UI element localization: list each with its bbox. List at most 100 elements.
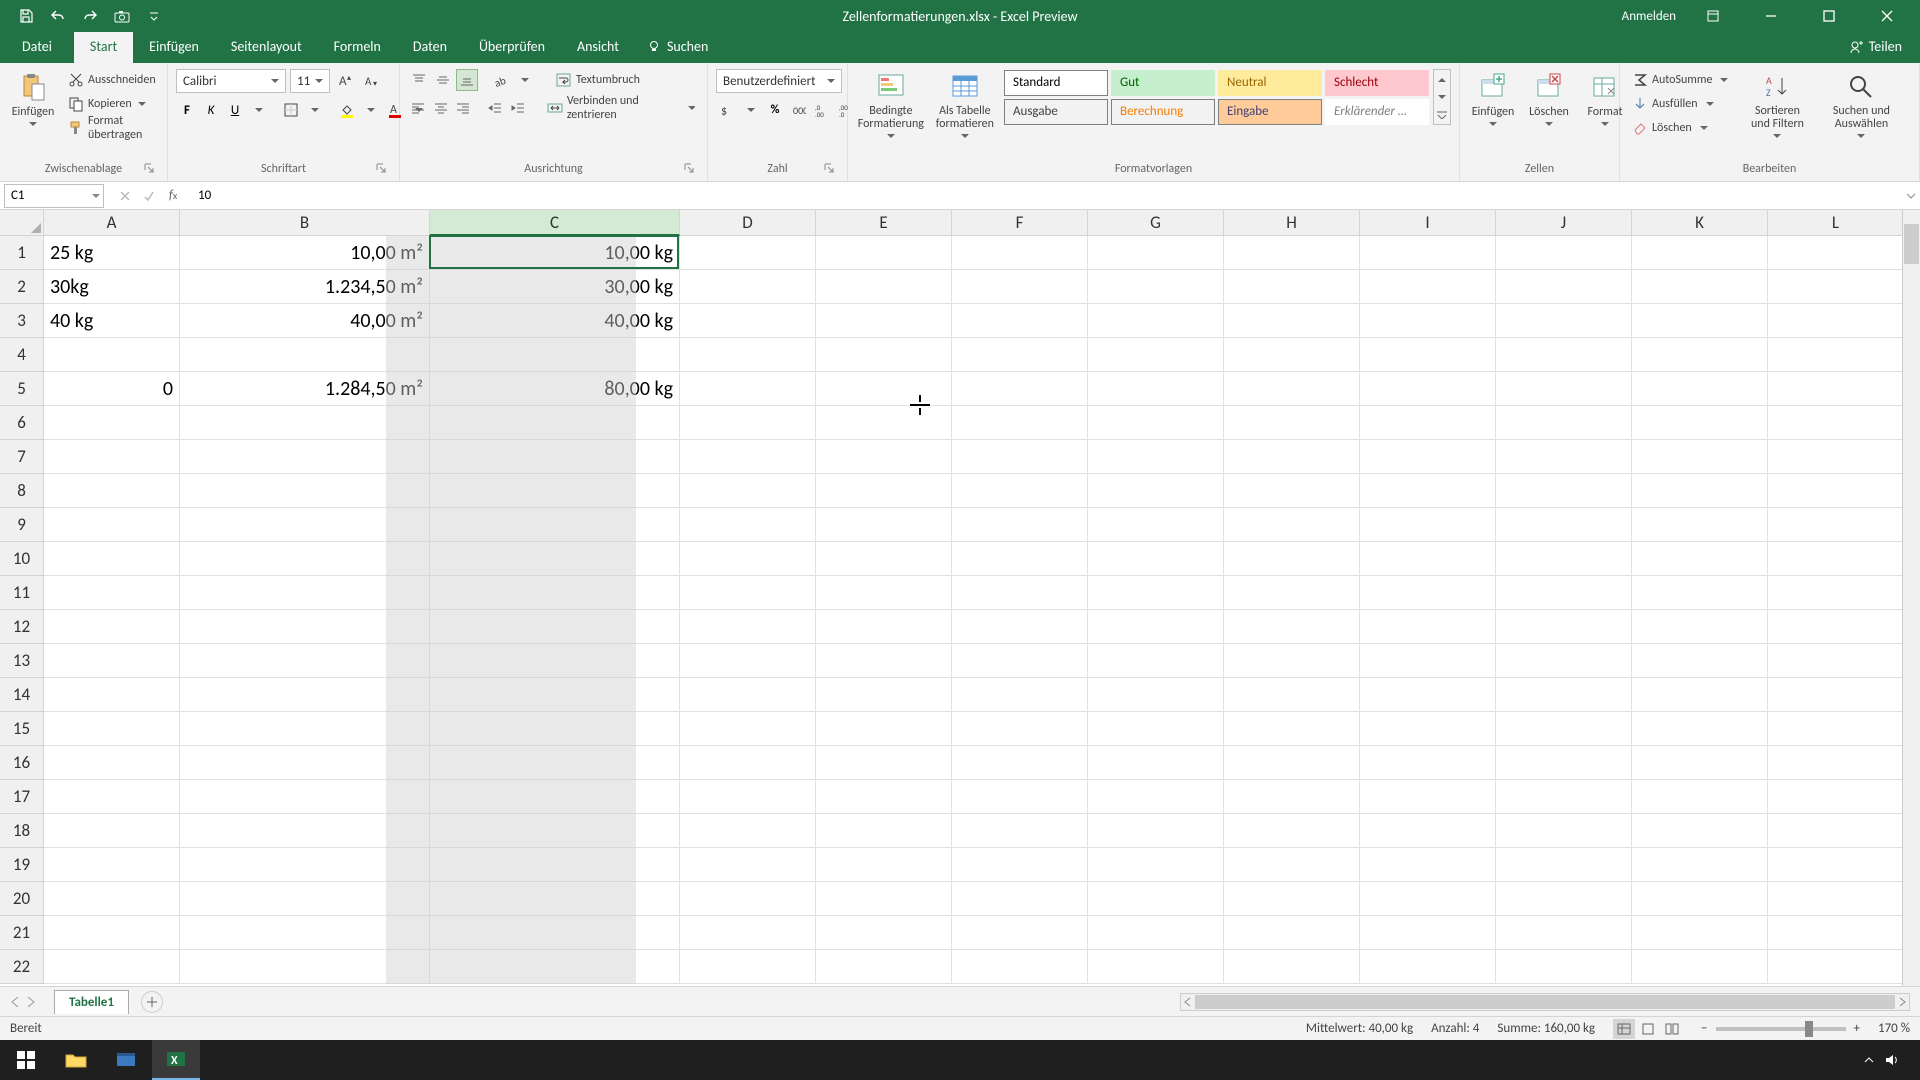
row-header[interactable]: 5 (0, 372, 44, 406)
cell[interactable] (1496, 814, 1632, 848)
row-header[interactable]: 14 (0, 678, 44, 712)
cell[interactable] (1496, 950, 1632, 984)
cell[interactable] (1224, 610, 1360, 644)
row-header[interactable]: 11 (0, 576, 44, 610)
cell[interactable] (816, 780, 952, 814)
cell[interactable] (430, 440, 680, 474)
cell[interactable]: 1.234,50 m² (180, 270, 430, 304)
cell-style-option[interactable]: Standard (1004, 70, 1108, 96)
cell[interactable] (952, 406, 1088, 440)
cell[interactable] (952, 610, 1088, 644)
cell[interactable] (430, 950, 680, 984)
add-sheet-button[interactable] (141, 991, 163, 1013)
bold-button[interactable]: F (176, 99, 198, 121)
cell[interactable] (44, 848, 180, 882)
taskbar-app[interactable] (102, 1040, 150, 1080)
cell[interactable] (680, 746, 816, 780)
cell[interactable] (430, 508, 680, 542)
cell[interactable] (44, 678, 180, 712)
cell[interactable] (1632, 542, 1768, 576)
decrease-indent-icon[interactable] (485, 97, 505, 119)
autosum-button[interactable]: AutoSumme (1628, 69, 1732, 91)
cell[interactable] (680, 304, 816, 338)
minimize-icon[interactable] (1750, 0, 1792, 32)
cell[interactable] (1360, 236, 1496, 270)
cell[interactable] (1632, 372, 1768, 406)
cell[interactable] (430, 338, 680, 372)
cell[interactable] (1224, 678, 1360, 712)
cell[interactable] (1360, 576, 1496, 610)
cell[interactable] (952, 780, 1088, 814)
cell[interactable] (44, 746, 180, 780)
align-left-icon[interactable] (408, 97, 428, 119)
taskbar-excel[interactable]: X (152, 1040, 200, 1080)
cell[interactable] (816, 236, 952, 270)
fx-icon[interactable]: fx (162, 185, 184, 207)
cell[interactable] (44, 644, 180, 678)
cell[interactable] (1768, 678, 1904, 712)
share-button[interactable]: Teilen (1831, 30, 1920, 63)
cell[interactable] (1088, 780, 1224, 814)
scroll-left-icon[interactable] (1183, 997, 1193, 1007)
cell[interactable] (1632, 950, 1768, 984)
cell[interactable] (1224, 576, 1360, 610)
cell[interactable] (1632, 712, 1768, 746)
cell[interactable] (1768, 882, 1904, 916)
cell[interactable] (180, 474, 430, 508)
column-header[interactable]: E (816, 210, 952, 236)
cell[interactable] (1224, 950, 1360, 984)
cell[interactable]: 40,00 kg (430, 304, 680, 338)
cell[interactable]: 1.284,50 m² (180, 372, 430, 406)
cell[interactable] (430, 576, 680, 610)
cell[interactable] (952, 950, 1088, 984)
cell[interactable] (680, 644, 816, 678)
system-tray[interactable] (1864, 1053, 1918, 1067)
cell[interactable] (816, 644, 952, 678)
cell[interactable]: 25 kg (44, 236, 180, 270)
cell[interactable] (1632, 406, 1768, 440)
cell[interactable] (1768, 338, 1904, 372)
cell[interactable] (1360, 542, 1496, 576)
cell[interactable] (1360, 916, 1496, 950)
font-size-combo[interactable]: 11 (290, 69, 330, 93)
cell[interactable] (1088, 542, 1224, 576)
cell[interactable] (680, 848, 816, 882)
dialog-launcher-icon[interactable] (374, 161, 388, 175)
redo-icon[interactable] (76, 2, 104, 30)
cell[interactable] (1496, 678, 1632, 712)
row-headers[interactable]: 12345678910111213141516171819202122 (0, 236, 44, 984)
cell[interactable] (1360, 678, 1496, 712)
cell[interactable] (430, 406, 680, 440)
cell[interactable] (1088, 440, 1224, 474)
undo-icon[interactable] (44, 2, 72, 30)
row-header[interactable]: 19 (0, 848, 44, 882)
cell-style-option[interactable]: Erklärender … (1325, 99, 1429, 125)
vertical-scrollbar[interactable] (1902, 210, 1920, 986)
cell[interactable] (1088, 712, 1224, 746)
cell[interactable] (680, 508, 816, 542)
cell[interactable] (180, 916, 430, 950)
cell[interactable] (952, 576, 1088, 610)
cell[interactable]: 30kg (44, 270, 180, 304)
cell[interactable] (1224, 474, 1360, 508)
taskbar-explorer[interactable] (52, 1040, 100, 1080)
cell[interactable] (1768, 508, 1904, 542)
cell[interactable] (1768, 814, 1904, 848)
cell-style-option[interactable]: Gut (1111, 70, 1215, 96)
cell[interactable] (1768, 746, 1904, 780)
cell[interactable] (816, 440, 952, 474)
cell[interactable] (1088, 848, 1224, 882)
increase-font-icon[interactable]: A▴ (334, 69, 356, 91)
cell[interactable] (1632, 440, 1768, 474)
cell[interactable] (1088, 746, 1224, 780)
cell[interactable] (1496, 746, 1632, 780)
dialog-launcher-icon[interactable] (142, 161, 156, 175)
cell[interactable] (430, 712, 680, 746)
cell[interactable] (952, 304, 1088, 338)
cell[interactable] (1088, 406, 1224, 440)
borders-dropdown[interactable] (304, 99, 326, 121)
cell[interactable] (44, 882, 180, 916)
cell[interactable] (680, 440, 816, 474)
paste-button[interactable]: Einfügen (8, 69, 58, 129)
cell[interactable] (1768, 916, 1904, 950)
